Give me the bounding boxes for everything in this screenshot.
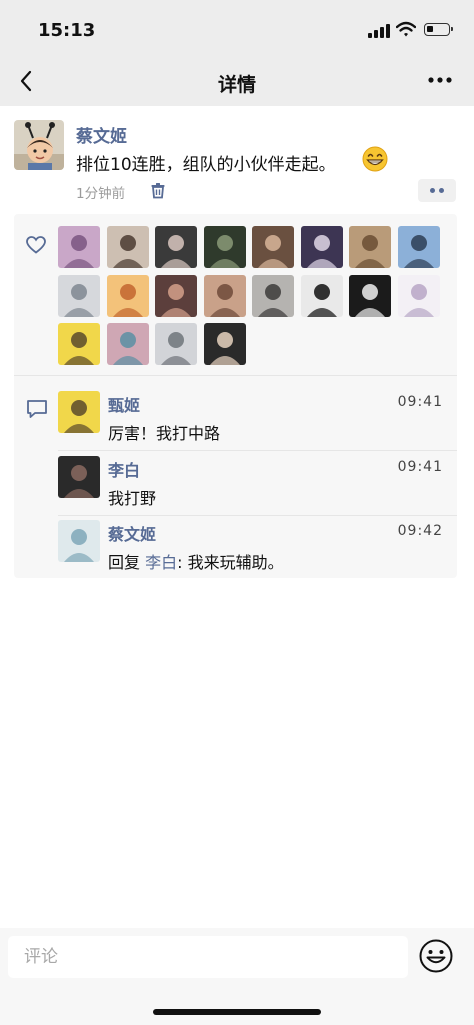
status-time: 15:13 (38, 20, 96, 41)
cellular-signal-icon (368, 24, 390, 38)
moment-post: 蔡文姬 排位10连胜，组队的小伙伴走起。 1分钟前 (0, 106, 474, 210)
like-avatar-20[interactable] (203, 323, 246, 365)
like-avatar-11[interactable] (155, 274, 197, 317)
like-avatar-14[interactable] (300, 274, 343, 317)
nav-bar: 详情 (0, 58, 474, 106)
action-dot-icon (430, 188, 435, 193)
grinning-face-emoji (362, 146, 388, 172)
like-avatar-19[interactable] (155, 323, 197, 365)
action-dot-icon (439, 188, 444, 193)
author-avatar[interactable] (14, 120, 64, 170)
heart-icon (26, 236, 46, 254)
more-dots-icon[interactable] (426, 68, 454, 92)
like-avatar-10[interactable] (106, 274, 149, 317)
comment-time: 09:41 (397, 459, 443, 475)
comment-avatar[interactable] (58, 391, 100, 433)
comment-item[interactable]: 李白 09:41 我打野 (58, 456, 448, 518)
home-indicator (153, 1009, 321, 1015)
comment-text: 回复 李白: 我来玩辅助。 (108, 549, 284, 573)
wifi-icon (396, 21, 416, 37)
page-title: 详情 (217, 74, 256, 96)
like-avatar-5[interactable] (252, 226, 294, 268)
comment-author[interactable]: 甄姬 (108, 392, 140, 416)
like-avatar-18[interactable] (106, 323, 149, 365)
comment-bubble-icon (27, 400, 47, 418)
reply-text: 我来玩辅助。 (187, 553, 284, 572)
like-avatar-16[interactable] (397, 274, 440, 317)
like-avatar-6[interactable] (300, 226, 343, 268)
like-avatar-15[interactable] (349, 274, 391, 317)
status-bar: 15:13 (0, 0, 474, 58)
reply-separator: : (177, 553, 188, 572)
comment-time: 09:42 (397, 523, 443, 539)
comment-item[interactable]: 蔡文姬 09:42 回复 李白: 我来玩辅助。 (58, 520, 448, 582)
comment-input[interactable] (8, 936, 408, 978)
reply-prefix: 回复 (108, 553, 141, 572)
comment-author[interactable]: 蔡文姬 (108, 521, 156, 545)
like-avatar-3[interactable] (155, 226, 197, 268)
post-time: 1分钟前 (76, 186, 126, 202)
trash-icon[interactable] (150, 182, 166, 199)
like-avatar-17[interactable] (58, 323, 100, 365)
like-avatar-8[interactable] (397, 226, 440, 268)
more-actions-button[interactable] (418, 179, 456, 202)
smiley-icon[interactable] (418, 938, 454, 974)
like-avatar-2[interactable] (106, 226, 149, 268)
battery-icon (424, 23, 453, 36)
comment-divider (58, 515, 457, 516)
comment-divider (58, 450, 457, 451)
reply-to-name[interactable]: 李白 (145, 553, 177, 572)
comment-time: 09:41 (397, 394, 443, 410)
comment-avatar[interactable] (58, 456, 100, 498)
like-avatar-1[interactable] (58, 226, 100, 268)
comment-text: 厉害！我打中路 (108, 424, 221, 443)
like-avatar-13[interactable] (252, 274, 294, 317)
author-name[interactable]: 蔡文姬 (76, 122, 127, 147)
like-avatar-4[interactable] (203, 226, 246, 268)
post-text: 排位10连胜，组队的小伙伴走起。 (76, 155, 336, 175)
comment-author[interactable]: 李白 (108, 457, 140, 481)
likes-comments-panel: 甄姬 09:41 厉害！我打中路 李白 09:41 我打野 蔡文姬 09:42 … (14, 214, 457, 578)
like-avatar-12[interactable] (203, 274, 246, 317)
comment-item[interactable]: 甄姬 09:41 厉害！我打中路 (58, 391, 448, 453)
like-avatar-9[interactable] (58, 274, 100, 317)
comment-avatar[interactable] (58, 520, 100, 562)
likes-divider (14, 375, 457, 376)
comment-text: 我打野 (108, 489, 157, 508)
comment-input-bar (0, 928, 474, 1025)
like-avatar-7[interactable] (349, 226, 391, 268)
